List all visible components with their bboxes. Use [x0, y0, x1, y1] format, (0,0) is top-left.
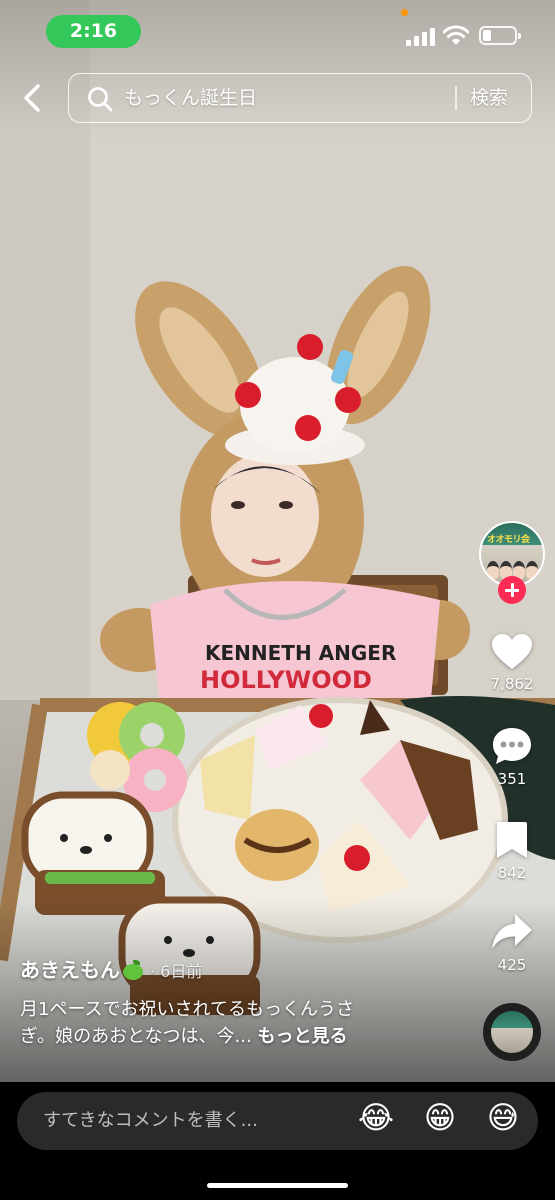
home-indicator[interactable]: [207, 1183, 348, 1188]
video-player[interactable]: KENNETH ANGER HOLLYWOOD: [0, 0, 555, 1082]
author-line: あきえもん · 6日前: [20, 954, 202, 984]
post-date: · 6日前: [150, 962, 203, 981]
svg-text:KENNETH ANGER: KENNETH ANGER: [205, 641, 396, 665]
comment-bar: すてきなコメントを書く... 😂 😁 😅: [0, 1082, 555, 1200]
bookmark-icon: [497, 822, 527, 858]
emoji-tears-of-joy-button[interactable]: 😂: [356, 1098, 396, 1138]
see-more-link[interactable]: もっと見る: [257, 1026, 347, 1047]
like-count: 7,862: [490, 675, 534, 693]
wifi-icon: [443, 25, 469, 45]
emoji-sweat-smile-button[interactable]: 😅: [483, 1098, 523, 1138]
share-arrow-icon: [492, 914, 532, 949]
green-apple-icon: [122, 960, 144, 980]
author-name[interactable]: あきえもん: [20, 958, 120, 982]
status-time: 2:16: [46, 15, 141, 48]
comment-button[interactable]: 351: [480, 726, 544, 788]
caption-line-2: ぎ。娘のあおとなつは、今...: [20, 1026, 252, 1047]
back-button[interactable]: [16, 80, 50, 116]
search-input[interactable]: もっくん誕生日: [68, 73, 532, 123]
follow-button[interactable]: [498, 576, 526, 604]
caption-line-1: 月1ペースでお祝いされてるもっくんうさ: [20, 999, 355, 1020]
share-count: 425: [497, 956, 527, 974]
heart-icon: [492, 634, 532, 669]
comment-count: 351: [497, 770, 527, 788]
post-caption[interactable]: 月1ペースでお祝いされてるもっくんうさ ぎ。娘のあおとなつは、今... もっと見…: [20, 996, 420, 1050]
sound-disc[interactable]: [483, 1003, 541, 1061]
search-submit-button[interactable]: 検索: [470, 73, 525, 123]
search-divider: [455, 86, 457, 110]
status-bar: 2:16: [0, 0, 555, 64]
privacy-dot-indicator: [401, 9, 408, 16]
comment-placeholder: すてきなコメントを書く...: [43, 1110, 258, 1131]
emoji-grin-button[interactable]: 😁: [420, 1098, 460, 1138]
svg-text:HOLLYWOOD: HOLLYWOOD: [200, 666, 372, 694]
cellular-signal-icon: [406, 28, 435, 46]
bookmark-count: 842: [497, 864, 527, 882]
like-button[interactable]: 7,862: [480, 633, 544, 693]
share-button[interactable]: 425: [480, 912, 544, 974]
battery-icon: [479, 26, 521, 45]
search-query-text: もっくん誕生日: [124, 87, 258, 109]
search-icon: [88, 87, 113, 112]
bookmark-button[interactable]: 842: [480, 820, 544, 882]
avatar-photo: [487, 549, 539, 579]
video-frame: KENNETH ANGER HOLLYWOOD: [0, 0, 555, 1082]
avatar-logo-text: オオモリ会: [487, 535, 530, 545]
comment-bubble-icon: [493, 728, 531, 764]
